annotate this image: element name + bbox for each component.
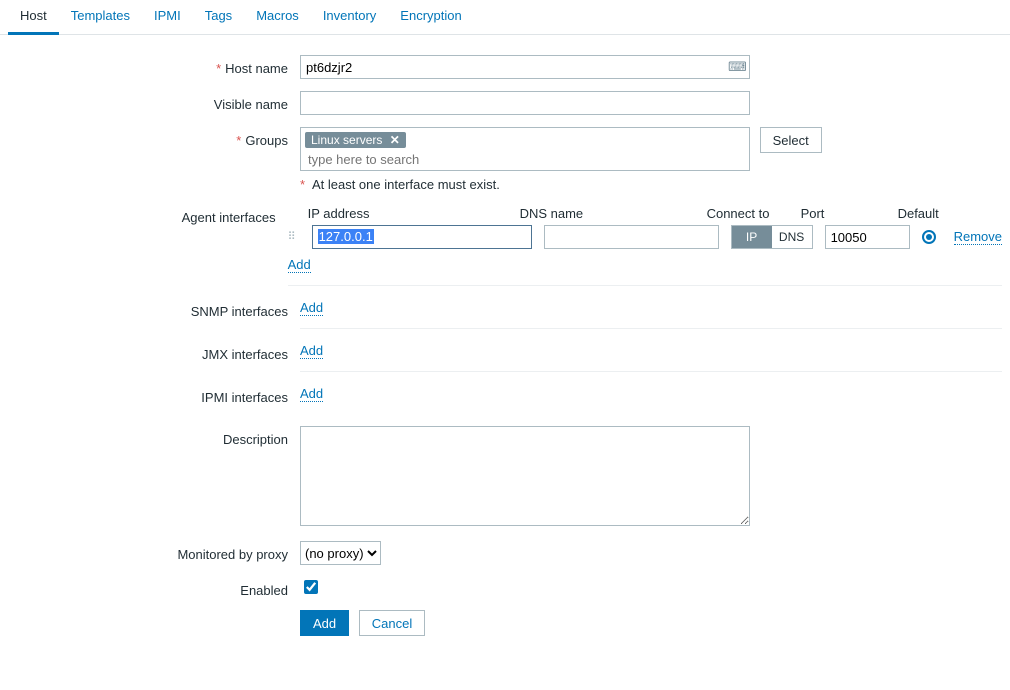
label-host-name: Host name [225,61,288,76]
interface-warning: * At least one interface must exist. [300,177,1002,192]
default-radio[interactable] [922,230,936,244]
tab-ipmi[interactable]: IPMI [142,0,193,35]
port-input[interactable] [825,225,910,249]
connect-ip[interactable]: IP [732,226,772,248]
agent-iface-row: ⠿ 127.0.0.1 IP DNS Remove [288,225,1002,249]
label-description: Description [223,432,288,447]
iface-header: IP address DNS name Connect to Port Defa… [288,206,1002,221]
label-agent-interfaces: Agent interfaces [182,210,276,225]
dns-name-input[interactable] [544,225,719,249]
keyboard-icon: ⌨ [728,59,747,75]
label-snmp-interfaces: SNMP interfaces [191,304,288,319]
remove-iface-link[interactable]: Remove [954,229,1002,245]
enabled-checkbox[interactable] [304,580,318,594]
connect-to-toggle: IP DNS [731,225,813,249]
groups-multiselect[interactable]: Linux servers ✕ [300,127,750,171]
label-visible-name: Visible name [214,97,288,112]
label-monitored-by-proxy: Monitored by proxy [177,547,288,562]
cancel-button[interactable]: Cancel [359,610,425,636]
label-ipmi-interfaces: IPMI interfaces [201,390,288,405]
tab-templates[interactable]: Templates [59,0,142,35]
label-enabled: Enabled [240,583,288,598]
select-groups-button[interactable]: Select [760,127,822,153]
add-snmp-iface-link[interactable]: Add [300,300,323,316]
label-jmx-interfaces: JMX interfaces [202,347,288,362]
host-form: *Host name ⌨ Visible name *Groups Linux … [0,35,1010,668]
visible-name-input[interactable] [300,91,750,115]
connect-dns[interactable]: DNS [772,226,812,248]
description-textarea[interactable] [300,426,750,526]
drag-handle-icon[interactable]: ⠿ [288,232,300,243]
remove-tag-icon[interactable]: ✕ [390,133,400,147]
host-name-input[interactable] [300,55,750,79]
tab-encryption[interactable]: Encryption [388,0,473,35]
groups-search-input[interactable] [303,150,733,168]
tab-host[interactable]: Host [8,0,59,35]
add-agent-iface-link[interactable]: Add [288,257,311,273]
label-groups: Groups [245,133,288,148]
tabs: Host Templates IPMI Tags Macros Inventor… [0,0,1010,35]
tab-tags[interactable]: Tags [193,0,244,35]
proxy-select[interactable]: (no proxy) [300,541,381,565]
ip-address-input[interactable]: 127.0.0.1 [312,225,532,249]
tab-inventory[interactable]: Inventory [311,0,388,35]
group-tag: Linux servers ✕ [305,132,406,148]
add-button[interactable]: Add [300,610,349,636]
tab-macros[interactable]: Macros [244,0,311,35]
add-jmx-iface-link[interactable]: Add [300,343,323,359]
add-ipmi-iface-link[interactable]: Add [300,386,323,402]
